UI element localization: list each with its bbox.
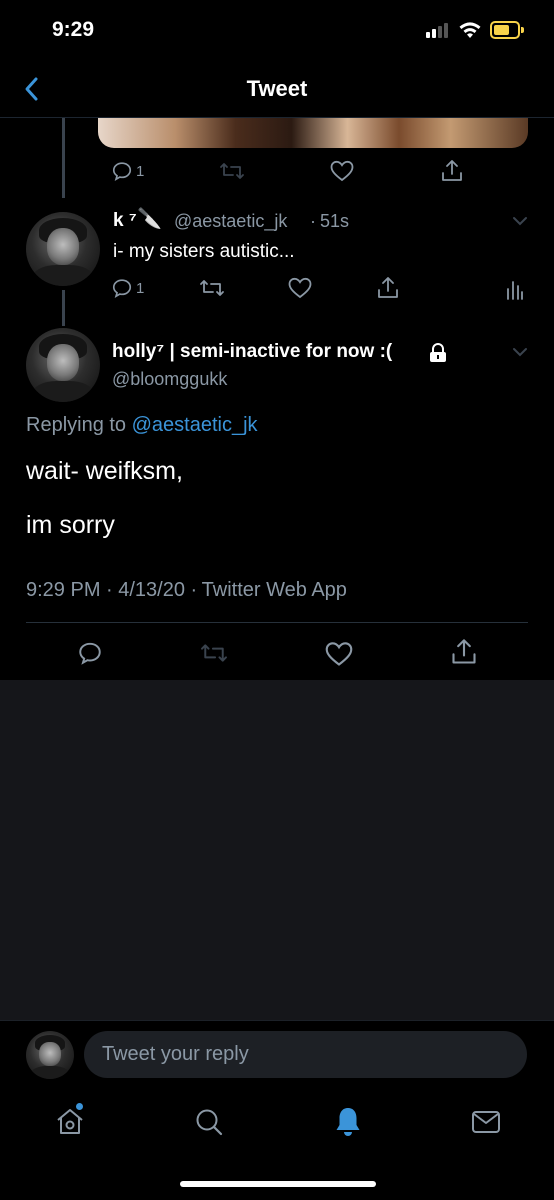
reply-analytics-action[interactable] bbox=[506, 278, 524, 300]
reply-retweet-action[interactable] bbox=[199, 277, 225, 299]
reply-share-action[interactable] bbox=[377, 276, 399, 300]
chevron-down-icon[interactable] bbox=[512, 346, 528, 358]
analytics-icon bbox=[507, 281, 523, 300]
page-title: Tweet bbox=[246, 76, 308, 101]
retweet-icon bbox=[200, 280, 224, 296]
battery-icon bbox=[490, 21, 524, 39]
share-icon bbox=[442, 160, 462, 181]
reply-time: 51s bbox=[320, 211, 350, 231]
home-indicator[interactable] bbox=[180, 1181, 376, 1187]
thread-line-bottom bbox=[62, 290, 65, 326]
tweet-source-link[interactable]: Twitter Web App bbox=[202, 579, 347, 601]
tweet-meta: 9:29 PM · 4/13/20 · Twitter Web App bbox=[26, 579, 347, 602]
like-icon bbox=[288, 277, 312, 299]
reply-author-handle[interactable]: @aestaetic_jk bbox=[174, 211, 287, 232]
replying-to-link[interactable]: @aestaetic_jk bbox=[132, 414, 258, 436]
reply-reply-action[interactable] bbox=[111, 277, 133, 299]
avatar[interactable] bbox=[26, 328, 100, 402]
parent-reply-count: 1 bbox=[136, 163, 145, 180]
main-retweet-action[interactable] bbox=[199, 641, 229, 665]
cellular-signal-icon bbox=[426, 22, 452, 38]
empty-replies-area bbox=[0, 680, 554, 1020]
tweet-timestamp: 9:29 PM · 4/13/20 · bbox=[26, 579, 198, 601]
main-share-action[interactable] bbox=[451, 638, 477, 666]
parent-reply-action[interactable] bbox=[111, 160, 133, 182]
parent-like-action[interactable] bbox=[330, 160, 354, 182]
tweet-media-image[interactable] bbox=[98, 118, 528, 148]
share-icon bbox=[378, 277, 398, 298]
search-icon[interactable] bbox=[194, 1107, 224, 1137]
replying-to-label: Replying to bbox=[26, 414, 127, 436]
reply-icon bbox=[112, 162, 132, 181]
knife-emoji: 🔪 bbox=[137, 208, 162, 230]
reply-input[interactable]: Tweet your reply bbox=[84, 1031, 527, 1078]
avatar[interactable] bbox=[26, 212, 100, 286]
home-icon[interactable] bbox=[55, 1106, 85, 1136]
tweet-text-line-1: wait- weifksm, bbox=[26, 457, 183, 485]
retweet-icon bbox=[201, 644, 227, 662]
main-author-handle[interactable]: @bloomggukk bbox=[112, 369, 227, 390]
messages-icon[interactable] bbox=[471, 1109, 501, 1135]
status-time: 9:29 bbox=[52, 18, 95, 41]
home-notification-dot bbox=[76, 1103, 83, 1110]
reply-like-action[interactable] bbox=[288, 277, 312, 299]
like-icon bbox=[330, 160, 354, 182]
share-icon bbox=[452, 639, 476, 664]
replying-to-line: Replying to @aestaetic_jk bbox=[26, 414, 258, 437]
reply-reply-count: 1 bbox=[136, 280, 145, 297]
avatar[interactable] bbox=[26, 1031, 74, 1079]
main-author-name[interactable]: holly⁷ | semi-inactive for now :( bbox=[112, 341, 392, 363]
separator-dot: · bbox=[310, 211, 316, 231]
reply-icon bbox=[112, 279, 132, 298]
reply-text: i- my sisters autistic... bbox=[113, 241, 295, 262]
thread-line-top bbox=[62, 118, 65, 198]
tweet-text-line-2: im sorry bbox=[26, 511, 115, 539]
actions-divider bbox=[26, 622, 528, 623]
parent-retweet-action[interactable] bbox=[219, 160, 245, 182]
retweet-icon bbox=[220, 163, 244, 179]
reply-icon bbox=[79, 642, 101, 665]
reply-author-name[interactable]: k ⁷ bbox=[113, 210, 137, 232]
like-icon bbox=[325, 642, 353, 666]
notifications-icon[interactable] bbox=[333, 1105, 363, 1137]
main-reply-action[interactable] bbox=[77, 640, 103, 666]
parent-share-action[interactable] bbox=[441, 159, 463, 183]
chevron-down-icon[interactable] bbox=[512, 215, 528, 227]
lock-icon bbox=[430, 343, 446, 362]
wifi-icon bbox=[459, 22, 481, 38]
main-like-action[interactable] bbox=[325, 641, 353, 667]
